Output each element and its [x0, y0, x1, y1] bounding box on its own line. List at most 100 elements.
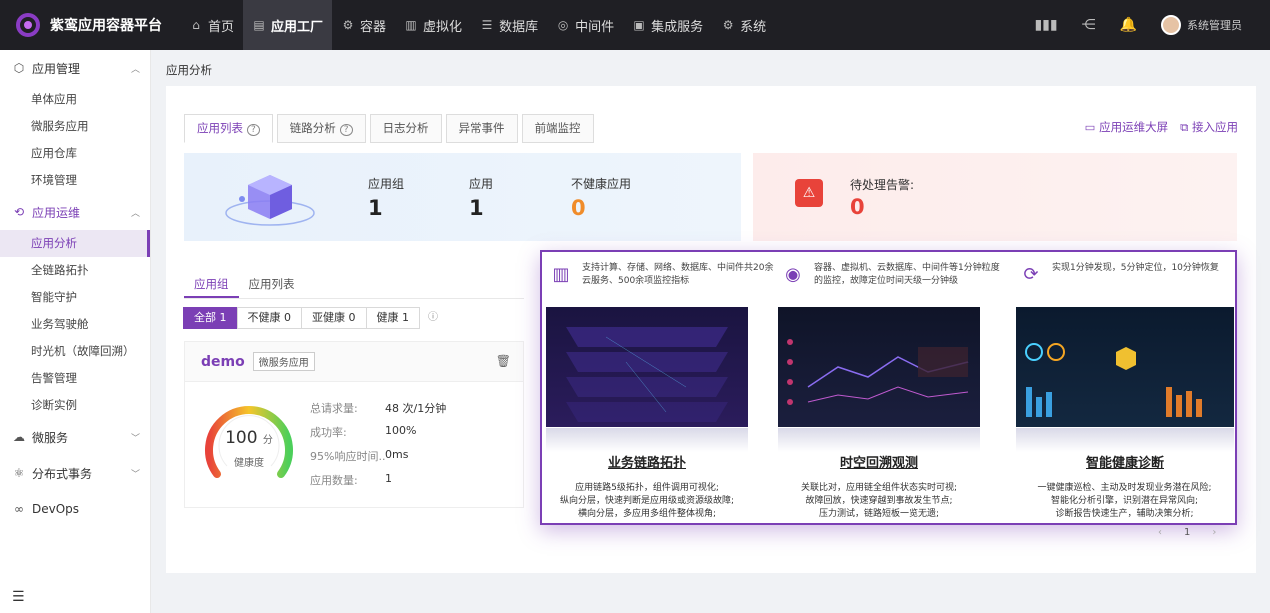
top-bar: 紫鸾应用容器平台 ⌂ 首页 ▤ 应用工厂 ⚙ 容器 ▥ 虚拟化 ☰ 数据库 ◎ 中间件 ▣ 集…: [0, 0, 1270, 50]
sidebar-item-alerts[interactable]: 告警管理: [0, 365, 150, 392]
avatar: [1161, 15, 1181, 35]
server-icon: ▥: [405, 18, 417, 32]
subtab-app-group[interactable]: 应用组: [184, 276, 239, 298]
top-right-tools: ▮▮▮ ⋲ 🔔 系统管理员: [1034, 0, 1242, 50]
logo-icon: [16, 13, 40, 37]
nav-integration[interactable]: ▣ 集成服务: [623, 0, 712, 50]
nav-app-factory[interactable]: ▤ 应用工厂: [243, 0, 333, 50]
collapse-menu-icon[interactable]: ☰: [12, 589, 25, 605]
promo-title-topology: 业务链路拓扑: [607, 456, 686, 471]
logo[interactable]: 紫鸾应用容器平台: [0, 13, 180, 37]
sidebar: ⬡ 应用管理 ︿ 单体应用 微服务应用 应用仓库 环境管理 ⟲ 应用运维 ︿ 应用分析 …: [0, 50, 151, 613]
sidebar-item-app-repo[interactable]: 应用仓库: [0, 140, 150, 167]
user-name: 系统管理员: [1187, 19, 1242, 32]
user-menu[interactable]: 系统管理员: [1161, 15, 1242, 35]
sidebar-item-time-machine[interactable]: 时光机（故障回溯）: [0, 338, 150, 365]
alarm-icon: ⚠: [795, 179, 823, 207]
connect-icon: ⧉: [1180, 120, 1192, 134]
metric-requests: 总请求量: 48 次/1分钟: [310, 402, 447, 415]
sidebar-group-devops[interactable]: ∞ DevOps: [0, 491, 150, 527]
nav-database[interactable]: ☰ 数据库: [471, 0, 547, 50]
promo-title-diagnosis: 智能健康诊断: [1085, 456, 1164, 471]
filter-healthy[interactable]: 健康 1: [365, 307, 420, 329]
sidebar-item-microservice-app[interactable]: 微服务应用: [0, 113, 150, 140]
feature-promo-popup[interactable]: ▥ 支持计算、存储、网络、数据库、中间件共20余云服务、500余项监控指标 业务链…: [540, 250, 1237, 525]
sidebar-item-diagnosis[interactable]: 诊断实例: [0, 392, 150, 419]
tab-app-list[interactable]: 应用列表?: [184, 114, 273, 143]
breadcrumb: 应用分析: [166, 63, 212, 77]
stat-app-group[interactable]: 应用组 1: [368, 175, 404, 220]
bell-icon[interactable]: 🔔: [1120, 17, 1137, 33]
nav-middleware[interactable]: ◎ 中间件: [547, 0, 623, 50]
stats-card: 应用组 1 应用 1 不健康应用 0: [184, 153, 741, 241]
pagination: ‹ 1 ›: [1158, 527, 1216, 538]
metric-p95: 95%响应时间... 0ms: [310, 448, 409, 463]
filter-unhealthy[interactable]: 不健康 0: [236, 307, 302, 329]
subtab-app-list[interactable]: 应用列表: [239, 276, 305, 298]
panel-links: ▭ 应用运维大屏 ⧉ 接入应用: [1085, 119, 1238, 135]
sidebar-group-app-manage[interactable]: ⬡ 应用管理 ︿: [0, 50, 150, 86]
bar-chart-icon: ▥: [552, 264, 570, 285]
sub-tab-bar: 应用组 应用列表: [184, 276, 305, 298]
sidebar-group-distributed-tx[interactable]: ⚛ 分布式事务 ﹀: [0, 455, 150, 491]
stat-app[interactable]: 应用 1: [469, 175, 493, 220]
filter-all[interactable]: 全部 1: [183, 307, 238, 329]
chart-icon[interactable]: ▮▮▮: [1034, 17, 1057, 33]
help-icon[interactable]: ⓘ: [428, 307, 438, 329]
sidebar-group-microservice[interactable]: ☁ 微服务 ﹀: [0, 419, 150, 455]
chevron-up-icon: ︿: [130, 64, 140, 75]
metric-app-count: 应用数量: 1: [310, 472, 392, 487]
ops-icon: ⟲: [13, 205, 25, 219]
page-current[interactable]: 1: [1184, 527, 1190, 538]
stat-app-value: 1: [469, 196, 484, 220]
refresh-icon: ⟳: [1023, 264, 1039, 285]
stat-unhealthy[interactable]: 不健康应用 0: [571, 175, 631, 220]
sidebar-item-env-manage[interactable]: 环境管理: [0, 167, 150, 194]
infinity-icon: ∞: [14, 502, 24, 516]
cloud-icon: ☁: [13, 430, 25, 444]
tab-trace-analysis[interactable]: 链路分析?: [276, 114, 366, 143]
home-icon: ⌂: [192, 18, 200, 32]
promo-title-time-travel: 时空回溯观测: [839, 456, 918, 471]
alert-count: 0: [850, 195, 865, 219]
tab-log-analysis[interactable]: 日志分析: [369, 114, 442, 143]
alert-card[interactable]: ⚠ 待处理告警: 0: [753, 153, 1237, 241]
promo-desc-time-travel: 关联比对，应用链全组件状态实时可视; 故障回放，快速穿越到事故发生节点; 压力测…: [800, 483, 958, 519]
tab-frontend-monitor[interactable]: 前端监控: [521, 114, 594, 143]
app-group-card[interactable]: demo 微服务应用 🗑 100 分 健康度 总请求量: 48 次/1分钟 成功率…: [184, 341, 524, 508]
next-page-icon[interactable]: ›: [1212, 527, 1216, 538]
sidebar-item-topology[interactable]: 全链路拓扑: [0, 257, 150, 284]
sidebar-item-app-analysis[interactable]: 应用分析: [0, 230, 150, 257]
chevron-down-icon: ﹀: [130, 469, 140, 480]
health-filter: 全部 1 不健康 0 亚健康 0 健康 1 ⓘ: [183, 307, 438, 329]
promo-time-travel: ◉ 容器、虚拟机、云数据库、中间件等1分钟粒度的监控，故障定位时间天级一分钟级 时…: [774, 252, 1006, 525]
nav-home[interactable]: ⌂ 首页: [180, 0, 243, 50]
main-nav: ⌂ 首页 ▤ 应用工厂 ⚙ 容器 ▥ 虚拟化 ☰ 数据库 ◎ 中间件 ▣ 集成服务 ⚙ 系统: [180, 0, 775, 50]
sidebar-group-app-ops[interactable]: ⟲ 应用运维 ︿: [0, 194, 150, 230]
connect-app-link[interactable]: ⧉ 接入应用: [1180, 119, 1238, 135]
time-travel-screenshot: [778, 307, 980, 427]
share-icon[interactable]: ⋲: [1082, 17, 1096, 33]
stat-app-group-value: 1: [368, 196, 383, 220]
help-icon: ?: [247, 124, 260, 136]
sidebar-item-monolith[interactable]: 单体应用: [0, 86, 150, 113]
nav-system[interactable]: ⚙ 系统: [712, 0, 775, 50]
app-name[interactable]: demo: [201, 354, 245, 370]
help-icon: ?: [339, 124, 353, 136]
tab-exceptions[interactable]: 异常事件: [445, 114, 518, 143]
prev-page-icon[interactable]: ‹: [1158, 527, 1162, 538]
divider: [184, 298, 524, 299]
nav-container[interactable]: ⚙ 容器: [332, 0, 395, 50]
nav-virtualization[interactable]: ▥ 虚拟化: [395, 0, 471, 50]
stat-unhealthy-value: 0: [571, 196, 586, 220]
promo-topology: ▥ 支持计算、存储、网络、数据库、中间件共20余云服务、500余项监控指标 业务链…: [542, 252, 774, 525]
ops-dashboard-link[interactable]: ▭ 应用运维大屏: [1085, 119, 1169, 135]
promo-diagnosis: ⟳ 实现1分钟发现，5分钟定位，10分钟恢复 智能健康诊断 一键健康巡检、主动及时…: [1012, 252, 1237, 525]
gear-icon: ⚙: [722, 18, 734, 32]
filter-subhealthy[interactable]: 亚健康 0: [301, 307, 367, 329]
container-icon: ⚙: [342, 18, 354, 32]
trash-icon[interactable]: 🗑: [496, 354, 511, 368]
health-score: 100 分: [225, 428, 273, 448]
sidebar-item-smart-guard[interactable]: 智能守护: [0, 284, 150, 311]
sidebar-item-cockpit[interactable]: 业务驾驶舱: [0, 311, 150, 338]
